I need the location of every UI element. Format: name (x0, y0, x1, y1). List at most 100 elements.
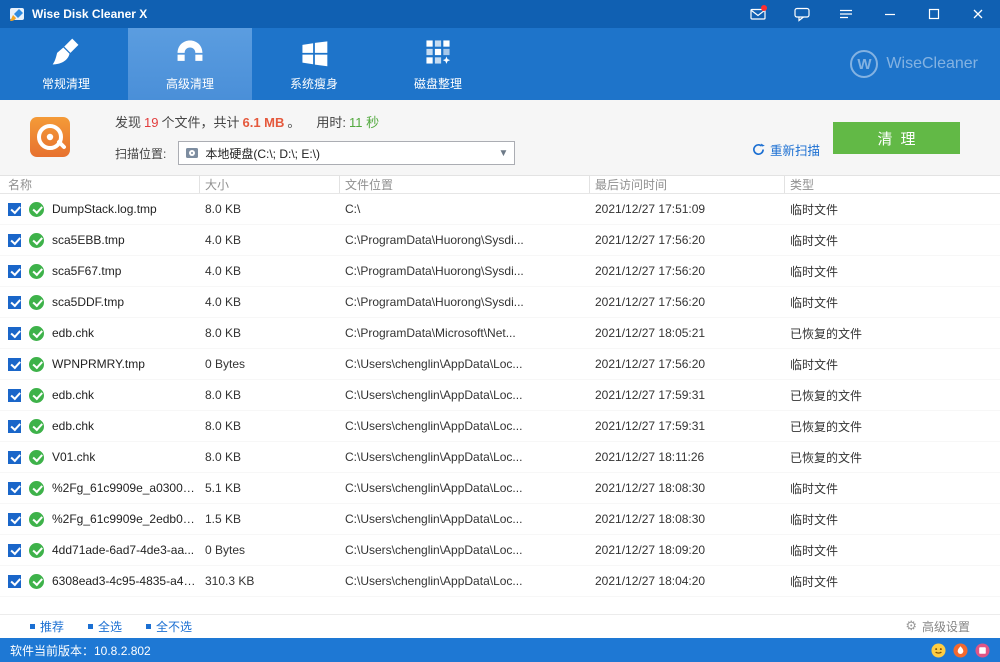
row-checkbox[interactable] (8, 575, 21, 588)
select-all-link[interactable]: 全选 (88, 618, 122, 635)
file-path: C:\ProgramData\Huorong\Sysdi... (340, 233, 590, 247)
broom-icon (50, 36, 82, 68)
file-type: 临时文件 (785, 480, 1000, 497)
file-type: 已恢复的文件 (785, 449, 1000, 466)
table-row[interactable]: V01.chk 8.0 KB C:\Users\chenglin\AppData… (0, 442, 1000, 473)
row-checkbox[interactable] (8, 513, 21, 526)
clean-button[interactable]: 清理 (833, 122, 960, 154)
file-count: 19 (144, 115, 158, 130)
check-circle-icon (29, 326, 44, 341)
column-header-path[interactable]: 文件位置 (340, 176, 590, 193)
file-name: edb.chk (52, 388, 94, 402)
column-header-type[interactable]: 类型 (785, 176, 1000, 193)
file-name: sca5F67.tmp (52, 264, 121, 278)
mail-button[interactable] (736, 0, 780, 28)
table-row[interactable]: %2Fg_61c9909e_2edb00d... 1.5 KB C:\Users… (0, 504, 1000, 535)
file-name: edb.chk (52, 326, 94, 340)
feedback-icon (794, 6, 810, 22)
file-time: 2021/12/27 18:08:30 (590, 481, 785, 495)
row-checkbox[interactable] (8, 296, 21, 309)
file-name: sca5EBB.tmp (52, 233, 125, 247)
check-circle-icon (29, 264, 44, 279)
table-row[interactable]: sca5DDF.tmp 4.0 KB C:\ProgramData\Huoron… (0, 287, 1000, 318)
check-circle-icon (29, 481, 44, 496)
smiley-icon[interactable] (931, 643, 946, 658)
column-header-size[interactable]: 大小 (200, 176, 340, 193)
file-path: C:\Users\chenglin\AppData\Loc... (340, 388, 590, 402)
table-row[interactable]: DumpStack.log.tmp 8.0 KB C:\ 2021/12/27 … (0, 194, 1000, 225)
advanced-settings-link[interactable]: ⚙ 高级设置 (905, 618, 970, 635)
select-none-link[interactable]: 全不选 (146, 618, 192, 635)
file-size: 0 Bytes (200, 543, 340, 557)
tab-label: 常规清理 (42, 75, 90, 92)
table-row[interactable]: WPNPRMRY.tmp 0 Bytes C:\Users\chenglin\A… (0, 349, 1000, 380)
pink-badge-icon[interactable] (975, 643, 990, 658)
row-checkbox[interactable] (8, 389, 21, 402)
period: 。 (287, 115, 300, 130)
close-button[interactable] (956, 0, 1000, 28)
table-row[interactable]: sca5F67.tmp 4.0 KB C:\ProgramData\Huoron… (0, 256, 1000, 287)
row-checkbox[interactable] (8, 203, 21, 216)
file-size: 4.0 KB (200, 264, 340, 278)
tab-disk-defrag[interactable]: 磁盘整理 (376, 28, 500, 100)
file-name: edb.chk (52, 419, 94, 433)
file-size: 310.3 KB (200, 574, 340, 588)
rescan-label: 重新扫描 (770, 140, 820, 159)
file-size: 1.5 KB (200, 512, 340, 526)
windows-icon (298, 36, 330, 68)
file-type: 临时文件 (785, 511, 1000, 528)
refresh-icon (752, 143, 765, 156)
minimize-icon (882, 6, 898, 22)
file-time: 2021/12/27 18:05:21 (590, 326, 785, 340)
file-time: 2021/12/27 18:11:26 (590, 450, 785, 464)
tab-advanced-clean[interactable]: 高级清理 (128, 28, 252, 100)
app-window: Wise Disk Cleaner X (0, 0, 1000, 662)
maximize-button[interactable] (912, 0, 956, 28)
table-row[interactable]: sca5EBB.tmp 4.0 KB C:\ProgramData\Huoron… (0, 225, 1000, 256)
flame-badge-icon[interactable] (953, 643, 968, 658)
row-checkbox[interactable] (8, 420, 21, 433)
table-row[interactable]: edb.chk 8.0 KB C:\ProgramData\Microsoft\… (0, 318, 1000, 349)
file-size: 8.0 KB (200, 326, 340, 340)
tab-system-slim[interactable]: 系统瘦身 (252, 28, 376, 100)
check-circle-icon (29, 233, 44, 248)
check-circle-icon (29, 388, 44, 403)
file-type: 临时文件 (785, 232, 1000, 249)
version-text: 软件当前版本：10.8.2.802 (10, 642, 151, 659)
row-checkbox[interactable] (8, 451, 21, 464)
file-name: 4dd71ade-6ad7-4de3-aa... (52, 543, 194, 557)
recommend-link[interactable]: 推荐 (30, 618, 64, 635)
row-checkbox[interactable] (8, 327, 21, 340)
row-checkbox[interactable] (8, 234, 21, 247)
file-size: 8.0 KB (200, 419, 340, 433)
table-row[interactable]: %2Fg_61c9909e_a03000a... 5.1 KB C:\Users… (0, 473, 1000, 504)
disk-scan-icon (30, 117, 70, 157)
column-header-time[interactable]: 最后访问时间 (590, 176, 785, 193)
column-header-name[interactable]: 名称 (0, 176, 200, 193)
file-name: %2Fg_61c9909e_a03000a... (52, 481, 200, 495)
row-checkbox[interactable] (8, 544, 21, 557)
feedback-button[interactable] (780, 0, 824, 28)
wisecleaner-logo: W WiseCleaner (850, 28, 978, 100)
scan-result-summary: 发现19个文件，共计6.1 MB。用时:11 秒 (115, 112, 515, 132)
minimize-button[interactable] (868, 0, 912, 28)
file-type: 临时文件 (785, 263, 1000, 280)
row-checkbox[interactable] (8, 265, 21, 278)
gear-icon: ⚙ (905, 619, 917, 634)
close-icon (970, 6, 986, 22)
check-circle-icon (29, 295, 44, 310)
rescan-link[interactable]: 重新扫描 (752, 140, 820, 159)
tab-common-clean[interactable]: 常规清理 (4, 28, 128, 100)
file-path: C:\ProgramData\Microsoft\Net... (340, 326, 590, 340)
table-row[interactable]: edb.chk 8.0 KB C:\Users\chenglin\AppData… (0, 380, 1000, 411)
table-row[interactable]: 6308ead3-4c95-4835-a41... 310.3 KB C:\Us… (0, 566, 1000, 597)
file-type: 已恢复的文件 (785, 325, 1000, 342)
table-row[interactable]: 4dd71ade-6ad7-4de3-aa... 0 Bytes C:\User… (0, 535, 1000, 566)
tasklist-button[interactable] (824, 0, 868, 28)
table-row[interactable]: edb.chk 8.0 KB C:\Users\chenglin\AppData… (0, 411, 1000, 442)
row-checkbox[interactable] (8, 358, 21, 371)
tab-label: 系统瘦身 (290, 75, 338, 92)
scan-location-dropdown[interactable]: 本地硬盘(C:\; D:\; E:\) ▼ (178, 141, 515, 165)
row-checkbox[interactable] (8, 482, 21, 495)
total-size: 6.1 MB (243, 115, 285, 130)
